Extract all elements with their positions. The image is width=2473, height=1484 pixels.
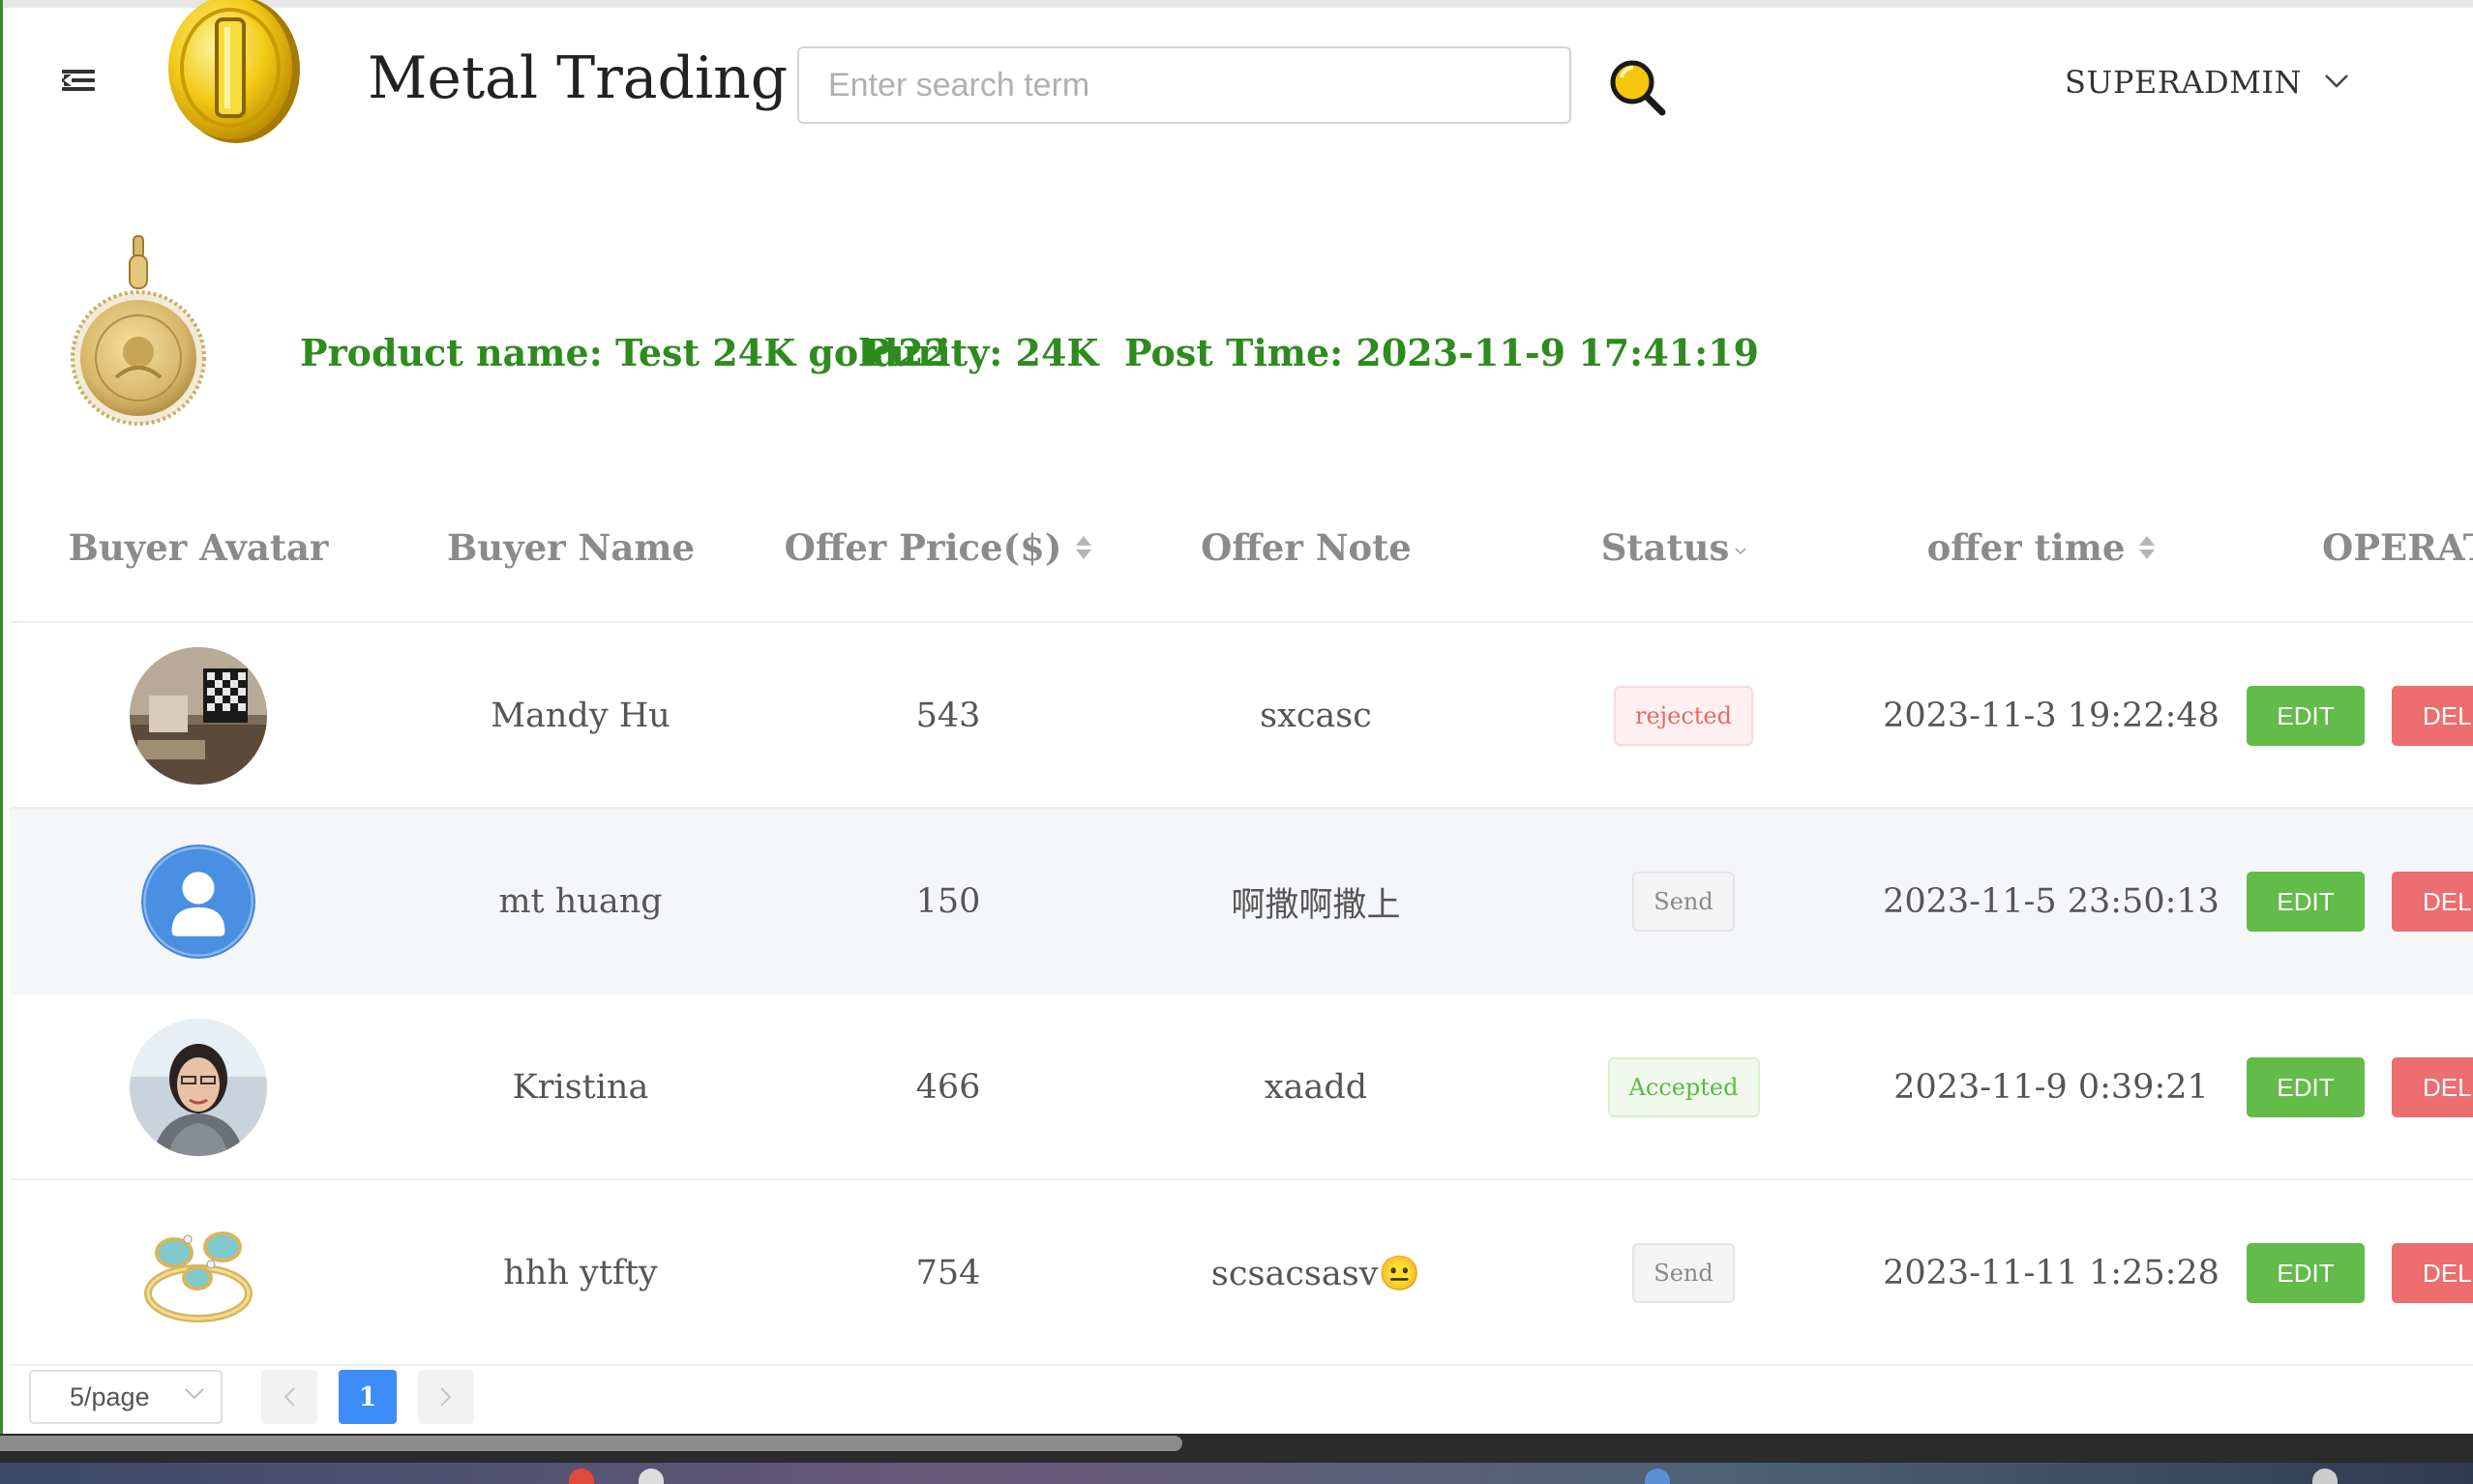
buyer-name: mt huang bbox=[498, 882, 663, 921]
status-badge: Send bbox=[1632, 872, 1735, 932]
chevron-down-icon bbox=[2324, 74, 2348, 88]
browser-top-edge bbox=[0, 0, 2473, 8]
default-user-avatar-icon bbox=[141, 845, 255, 959]
offer-price: 754 bbox=[915, 1254, 981, 1292]
table-row: hhh ytfty 754 scsacsasv😐 Send 2023-11-11… bbox=[10, 1180, 2473, 1366]
menu-fold-icon[interactable] bbox=[62, 66, 95, 95]
buyer-avatar bbox=[130, 1204, 267, 1342]
table-row: Mandy Hu 543 sxcasc rejected 2023-11-3 1… bbox=[10, 623, 2473, 809]
status-badge: rejected bbox=[1614, 686, 1753, 746]
delete-button[interactable]: DELETE bbox=[2392, 1243, 2473, 1303]
column-header-offer-time[interactable]: offer time bbox=[1896, 519, 2187, 577]
offer-note: sxcasc bbox=[1260, 697, 1372, 735]
product-pendant-image bbox=[71, 235, 206, 426]
edit-button[interactable]: EDIT bbox=[2247, 1057, 2365, 1117]
edit-button[interactable]: EDIT bbox=[2247, 1243, 2365, 1303]
buyer-avatar bbox=[130, 647, 267, 785]
buyer-name: Mandy Hu bbox=[491, 697, 670, 735]
sort-icon[interactable] bbox=[1075, 534, 1092, 561]
page-size-select[interactable]: 5/page bbox=[29, 1370, 223, 1424]
offer-price: 150 bbox=[915, 882, 981, 921]
offer-price: 543 bbox=[915, 697, 981, 735]
column-header-operations: OPERAT bbox=[2322, 526, 2473, 569]
search-icon[interactable] bbox=[1606, 56, 1668, 118]
table-row: mt huang 150 啊撒啊撒上 Send 2023-11-5 23:50:… bbox=[10, 809, 2473, 994]
offer-note: xaadd bbox=[1264, 1068, 1368, 1107]
delete-button[interactable]: DELETE bbox=[2392, 1057, 2473, 1117]
search-input[interactable] bbox=[797, 46, 1571, 124]
window-left-edge bbox=[0, 0, 3, 1441]
offer-note: scsacsasv😐 bbox=[1210, 1254, 1421, 1293]
offer-price: 466 bbox=[915, 1068, 981, 1107]
buyer-avatar bbox=[130, 1019, 267, 1156]
column-header-offer-price[interactable]: Offer Price($) bbox=[774, 519, 1103, 577]
horizontal-scrollbar[interactable] bbox=[0, 1436, 1182, 1451]
app-title: Metal Trading bbox=[368, 45, 789, 112]
column-header-buyer-name: Buyer Name bbox=[446, 526, 696, 569]
offer-time: 2023-11-9 0:39:21 bbox=[1893, 1068, 2209, 1107]
product-name: Product name: Test 24K gold22 bbox=[300, 331, 950, 374]
page-size-value: 5/page bbox=[70, 1381, 150, 1411]
chevron-left-icon bbox=[283, 1387, 295, 1407]
prev-page-button[interactable] bbox=[261, 1370, 317, 1424]
user-menu-dropdown[interactable]: SUPERADMIN bbox=[2065, 64, 2349, 108]
edit-button[interactable]: EDIT bbox=[2247, 872, 2365, 932]
user-name: SUPERADMIN bbox=[2065, 64, 2303, 101]
filter-dropdown-icon[interactable] bbox=[1735, 546, 1746, 557]
next-page-button[interactable] bbox=[418, 1370, 474, 1424]
delete-button[interactable]: DELETE bbox=[2392, 872, 2473, 932]
column-header-buyer-avatar: Buyer Avatar bbox=[68, 526, 329, 569]
offer-note: 啊撒啊撒上 bbox=[1231, 885, 1401, 925]
column-header-offer-note: Offer Note bbox=[1201, 526, 1412, 569]
status-badge: Accepted bbox=[1607, 1057, 1760, 1117]
buyer-name: hhh ytfty bbox=[503, 1254, 658, 1292]
chevron-down-icon bbox=[185, 1388, 204, 1400]
offer-time: 2023-11-3 19:22:48 bbox=[1883, 697, 2220, 735]
buyer-name: Kristina bbox=[512, 1068, 649, 1107]
page-number-current[interactable]: 1 bbox=[339, 1370, 397, 1424]
table-row: Kristina 466 xaadd Accepted 2023-11-9 0:… bbox=[10, 994, 2473, 1180]
product-purity: Purity: 24K bbox=[863, 331, 1099, 374]
column-header-status[interactable]: Status bbox=[1529, 519, 1819, 577]
chevron-right-icon bbox=[440, 1387, 452, 1407]
offer-time: 2023-11-5 23:50:13 bbox=[1883, 882, 2220, 921]
product-post-time: Post Time: 2023-11-9 17:41:19 bbox=[1124, 331, 1759, 374]
status-badge: Send bbox=[1632, 1243, 1735, 1303]
sort-icon[interactable] bbox=[2138, 534, 2156, 561]
offer-time: 2023-11-11 1:25:28 bbox=[1883, 1254, 2220, 1292]
delete-button[interactable]: DELETE bbox=[2392, 686, 2473, 746]
gold-coin-logo bbox=[168, 0, 300, 143]
dock-strip bbox=[0, 1463, 2473, 1484]
edit-button[interactable]: EDIT bbox=[2247, 686, 2365, 746]
